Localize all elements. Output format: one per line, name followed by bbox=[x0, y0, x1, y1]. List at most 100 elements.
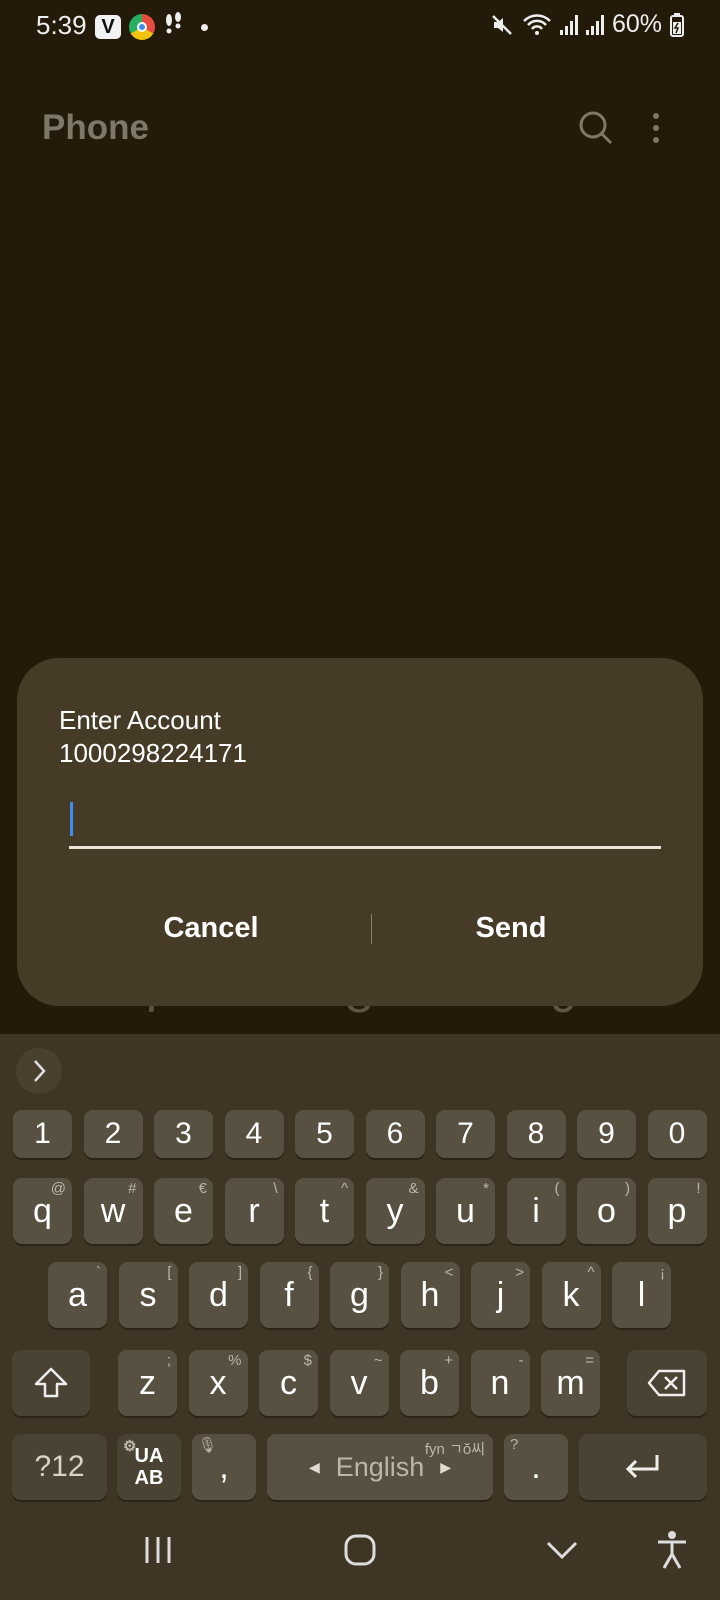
key-label: 7 bbox=[457, 1117, 474, 1150]
settings-gear-icon: ⚙ bbox=[123, 1438, 137, 1455]
key-hint: $ bbox=[303, 1352, 312, 1369]
key-y[interactable]: y & bbox=[365, 1178, 425, 1244]
key-w[interactable]: w # bbox=[83, 1178, 143, 1244]
period-hint: ? bbox=[510, 1436, 519, 1453]
period-key[interactable]: . ? bbox=[504, 1434, 568, 1500]
key-f[interactable]: f{ bbox=[259, 1262, 319, 1328]
home-button[interactable] bbox=[330, 1520, 390, 1580]
key-2[interactable]: 2 bbox=[83, 1110, 143, 1158]
battery-icon bbox=[670, 12, 684, 37]
key-j[interactable]: j > bbox=[471, 1262, 530, 1328]
arrow-left-icon: ◀ bbox=[308, 1458, 320, 1475]
key-d[interactable]: d] bbox=[189, 1262, 248, 1328]
key-label: r bbox=[248, 1191, 260, 1230]
key-r[interactable]: r \ bbox=[224, 1178, 284, 1244]
key-label: s bbox=[139, 1275, 157, 1314]
key-1[interactable]: 1 bbox=[13, 1110, 72, 1158]
hide-keyboard-button[interactable] bbox=[532, 1520, 592, 1580]
mute-icon bbox=[492, 14, 512, 35]
key-a[interactable]: a ` bbox=[48, 1262, 107, 1328]
key-label: e bbox=[174, 1191, 193, 1230]
key-3[interactable]: 3 bbox=[154, 1110, 213, 1158]
key-o[interactable]: o) bbox=[577, 1178, 636, 1244]
key-hint: < bbox=[444, 1264, 454, 1281]
signal-icon-2 bbox=[585, 14, 604, 35]
account-input[interactable] bbox=[69, 798, 661, 849]
key-9[interactable]: 9 bbox=[577, 1110, 636, 1158]
v-app-icon: V bbox=[95, 15, 121, 39]
cancel-button[interactable]: Cancel bbox=[61, 898, 361, 958]
key-k[interactable]: k ^ bbox=[541, 1262, 601, 1328]
key-label: 4 bbox=[245, 1117, 263, 1150]
key-q[interactable]: q @ bbox=[13, 1178, 72, 1244]
key-label: w bbox=[100, 1191, 126, 1230]
enter-icon bbox=[625, 1455, 659, 1479]
key-e[interactable]: e € bbox=[154, 1178, 213, 1244]
shift-key[interactable] bbox=[12, 1350, 90, 1416]
key-label: f bbox=[284, 1275, 294, 1314]
recents-button[interactable] bbox=[128, 1520, 188, 1580]
search-icon bbox=[579, 111, 613, 145]
space-key[interactable]: ◀ English ▶ fyn ㄱŏ씨 bbox=[267, 1434, 493, 1500]
key-h[interactable]: h < bbox=[400, 1262, 460, 1328]
recents-icon bbox=[145, 1537, 171, 1563]
notification-icons: V bbox=[95, 12, 208, 42]
key-6[interactable]: 6 bbox=[365, 1110, 425, 1158]
key-x[interactable]: x% bbox=[188, 1350, 248, 1416]
language-switch-key[interactable]: UA AB ⚙ bbox=[117, 1434, 181, 1500]
send-button[interactable]: Send bbox=[361, 898, 661, 958]
key-label: l bbox=[637, 1275, 646, 1314]
key-hint: - bbox=[518, 1352, 524, 1369]
toolbar-expand-button[interactable] bbox=[16, 1048, 62, 1094]
key-p[interactable]: p! bbox=[647, 1178, 707, 1244]
key-label: h bbox=[420, 1275, 440, 1314]
key-label: a bbox=[68, 1275, 87, 1314]
browser-app-icon bbox=[129, 14, 155, 40]
key-label: v bbox=[350, 1363, 368, 1402]
period-label: . bbox=[531, 1447, 541, 1486]
backspace-icon bbox=[647, 1369, 686, 1397]
comma-key[interactable]: , 🎙 bbox=[192, 1434, 256, 1500]
key-u[interactable]: u * bbox=[436, 1178, 495, 1244]
key-hint: € bbox=[198, 1180, 207, 1197]
key-hint: ` bbox=[96, 1264, 101, 1281]
key-label: m bbox=[556, 1363, 585, 1402]
footsteps-icon bbox=[163, 12, 185, 42]
key-0[interactable]: 0 bbox=[647, 1110, 707, 1158]
key-n[interactable]: n- bbox=[470, 1350, 530, 1416]
key-hint: ! bbox=[696, 1180, 701, 1197]
symbols-key[interactable]: ?12 bbox=[12, 1434, 107, 1500]
chevron-right-icon bbox=[34, 1060, 46, 1082]
key-4[interactable]: 4 bbox=[224, 1110, 284, 1158]
key-z[interactable]: z; bbox=[118, 1350, 177, 1416]
key-v[interactable]: v ~ bbox=[329, 1350, 389, 1416]
battery-percent: 60% bbox=[611, 10, 662, 38]
enter-key[interactable] bbox=[579, 1434, 707, 1500]
more-vert-icon bbox=[653, 113, 659, 143]
key-label: k bbox=[562, 1275, 580, 1314]
key-label: 3 bbox=[175, 1117, 192, 1150]
key-label: 2 bbox=[104, 1117, 122, 1150]
key-5[interactable]: 5 bbox=[295, 1110, 354, 1158]
key-i[interactable]: i( bbox=[506, 1178, 566, 1244]
key-8[interactable]: 8 bbox=[506, 1110, 566, 1158]
key-c[interactable]: c $ bbox=[259, 1350, 318, 1416]
more-options-button[interactable] bbox=[646, 108, 666, 148]
key-l[interactable]: l ¡ bbox=[612, 1262, 671, 1328]
key-g[interactable]: g} bbox=[330, 1262, 389, 1328]
key-m[interactable]: m = bbox=[541, 1350, 600, 1416]
key-hint: % bbox=[228, 1352, 242, 1369]
backspace-key[interactable] bbox=[627, 1350, 707, 1416]
shift-icon bbox=[34, 1367, 68, 1398]
key-7[interactable]: 7 bbox=[436, 1110, 495, 1158]
key-t[interactable]: t ^ bbox=[295, 1178, 354, 1244]
accessibility-button[interactable] bbox=[642, 1520, 702, 1580]
key-label: 5 bbox=[316, 1117, 333, 1150]
search-button[interactable] bbox=[576, 108, 616, 148]
key-s[interactable]: s[ bbox=[118, 1262, 178, 1328]
status-bar: 5:39 V 60% bbox=[0, 0, 720, 52]
key-b[interactable]: b + bbox=[400, 1350, 459, 1416]
language-switch-bottom: AB bbox=[134, 1467, 164, 1489]
key-label: x bbox=[209, 1363, 227, 1402]
key-hint: * bbox=[483, 1180, 489, 1197]
